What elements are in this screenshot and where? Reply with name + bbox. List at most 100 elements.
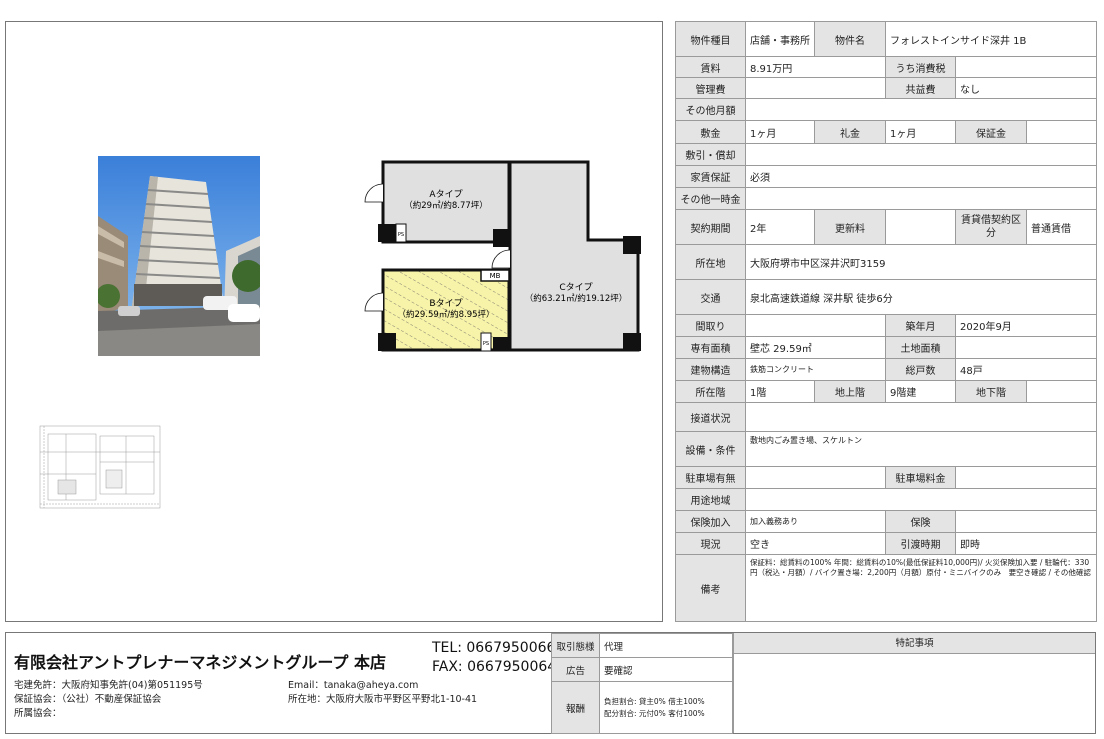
insurance-req-value: 加入義務あり <box>745 510 886 533</box>
door-c <box>491 249 511 269</box>
tax-label: うち消費税 <box>885 56 956 78</box>
parking-fee-value <box>955 466 1097 489</box>
guarantee-value <box>1026 120 1097 144</box>
ps-label-1: PS <box>398 232 404 238</box>
zoning-value <box>745 488 1097 511</box>
land-area-label: 土地面積 <box>885 336 956 359</box>
contract-period-label: 契約期間 <box>675 209 746 245</box>
address-value: 大阪府堺市中区深井沢町3159 <box>745 244 1097 280</box>
facilities-value: 敷地内ごみ置き場、スケルトン <box>745 431 1097 467</box>
amortization-label: 敷引・償却 <box>675 143 746 166</box>
license-number: 宅建免許：大阪府知事免許(04)第051195号 <box>14 680 203 691</box>
area-label: 専有面積 <box>675 336 746 359</box>
renewal-fee-value <box>885 209 956 245</box>
image-panel: PS PS MB Aタイプ （約29㎡/約8.77坪） Bタイプ （約29.59… <box>5 21 663 622</box>
insurance-req-label: 保険加入 <box>675 510 746 533</box>
lease-type-label: 賃貸借契約区分 <box>955 209 1027 245</box>
unit-a-name: Aタイプ <box>429 189 462 200</box>
deposit-value: 1ヶ月 <box>745 120 815 144</box>
key-money-label: 礼金 <box>814 120 886 144</box>
property-name-label: 物件名 <box>814 21 886 57</box>
transport-value: 泉北高速鉄道線 深井駅 徒歩6分 <box>745 279 1097 315</box>
tel-number[interactable]: TEL: 0667950066 <box>432 640 555 656</box>
other-onetime-value <box>745 187 1097 210</box>
area-value: 壁芯 29.59㎡ <box>745 336 886 359</box>
unit-b-area: （約29.59㎡/約8.95坪） <box>397 309 494 320</box>
remarks-value: 保証料：総賃料の100% 年間：総賃料の10%(最低保証料10,000円)/ 火… <box>745 554 1097 622</box>
structure-label: 建物構造 <box>675 358 746 381</box>
property-type-value: 店舗・事務所 <box>745 21 815 57</box>
property-name-value: フォレストインサイド深井 1B <box>885 21 1097 57</box>
structure-value: 鉄筋コンクリート <box>745 358 886 381</box>
lease-type-value: 普通賃借 <box>1026 209 1097 245</box>
property-spec-table: 物件種目 店舗・事務所 物件名 フォレストインサイド深井 1B 賃料 8.91万… <box>675 21 1097 622</box>
rent-guarantee-label: 家賃保証 <box>675 165 746 188</box>
door-a <box>364 183 384 203</box>
rent-value: 8.91万円 <box>745 56 886 78</box>
mb-label: MB <box>490 272 501 280</box>
rent-guarantee-value: 必須 <box>745 165 1097 188</box>
unit-c-room <box>508 160 640 352</box>
address-label: 所在地 <box>675 244 746 280</box>
parking-label: 駐車場有無 <box>675 466 746 489</box>
commission-split: 配分割合: 元付0% 客付100% <box>604 708 705 718</box>
affiliation: 所属協会： <box>14 708 62 719</box>
guarantee-label: 保証金 <box>955 120 1027 144</box>
above-label: 地上階 <box>814 380 886 403</box>
key-money-value: 1ヶ月 <box>885 120 956 144</box>
ad-label: 広告 <box>551 657 600 682</box>
email-address[interactable]: Email：tanaka@aheya.com <box>288 679 477 693</box>
ad-value: 要確認 <box>599 657 733 682</box>
guarantee-association: 保証協会：（公社）不動産保証協会 <box>14 694 162 705</box>
deal-type-label: 取引態様 <box>551 633 600 658</box>
unit-c-name: Cタイプ <box>559 282 592 293</box>
other-monthly-label: その他月額 <box>675 98 746 121</box>
land-area-value <box>955 336 1097 359</box>
commission-burden: 負担割合: 貸主0% 借主100% <box>604 697 705 707</box>
office-address: 所在地：大阪府大阪市平野区平野北1-10-41 <box>288 694 478 705</box>
unit-b-name: Bタイプ <box>429 298 462 309</box>
floor-plan: PS PS MB Aタイプ （約29㎡/約8.77坪） Bタイプ （約29.59… <box>364 160 641 352</box>
special-notes-title: 特記事項 <box>734 633 1095 654</box>
contract-period-value: 2年 <box>745 209 815 245</box>
layout-label: 間取り <box>675 314 746 337</box>
unit-c-area: （約63.21㎡/約19.12坪） <box>525 293 628 304</box>
zoning-label: 用途地域 <box>675 488 746 511</box>
amortization-value <box>745 143 1097 166</box>
facilities-label: 設備・条件 <box>675 431 746 467</box>
road-value <box>745 402 1097 432</box>
commission-value: 負担割合: 貸主0% 借主100% 配分割合: 元付0% 客付100% <box>599 681 733 734</box>
rent-label: 賃料 <box>675 56 746 78</box>
property-type-label: 物件種目 <box>675 21 746 57</box>
floor-label: 所在階 <box>675 380 746 403</box>
mgmt-fee-value <box>745 77 886 99</box>
road-label: 接道状況 <box>675 402 746 432</box>
door-b <box>364 292 384 312</box>
license-info: 宅建免許：大阪府知事免許(04)第051195号 保証協会：（公社）不動産保証協… <box>14 679 203 721</box>
insurance-value <box>955 510 1097 533</box>
units-value: 48戸 <box>955 358 1097 381</box>
below-label: 地下階 <box>955 380 1027 403</box>
fax-number: FAX: 0667950064 <box>432 659 557 675</box>
agency-footer: 有限会社アントプレナーマネジメントグループ 本店 TEL: 0667950066… <box>5 632 1096 734</box>
common-fee-label: 共益費 <box>885 77 956 99</box>
floor-value: 1階 <box>745 380 815 403</box>
layout-value <box>745 314 886 337</box>
deposit-label: 敷金 <box>675 120 746 144</box>
other-monthly-value <box>745 98 1097 121</box>
tax-value <box>955 56 1097 78</box>
commission-label: 報酬 <box>551 681 600 734</box>
units-label: 総戸数 <box>885 358 956 381</box>
other-onetime-label: その他一時金 <box>675 187 746 210</box>
mgmt-fee-label: 管理費 <box>675 77 746 99</box>
insurance-label: 保険 <box>885 510 956 533</box>
handover-value: 即時 <box>955 532 1097 555</box>
building-photo <box>98 156 260 356</box>
above-value: 9階建 <box>885 380 956 403</box>
remarks-label: 備考 <box>675 554 746 622</box>
common-fee-value: なし <box>955 77 1097 99</box>
deal-type-value: 代理 <box>599 633 733 658</box>
status-label: 現況 <box>675 532 746 555</box>
built-label: 築年月 <box>885 314 956 337</box>
contact-info: Email：tanaka@aheya.com 所在地：大阪府大阪市平野区平野北1… <box>288 679 477 707</box>
